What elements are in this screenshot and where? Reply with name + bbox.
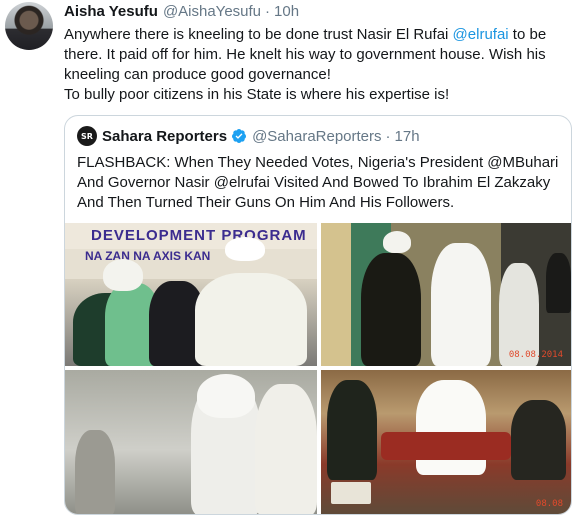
- photo-3-figure: [75, 430, 115, 514]
- photo-4[interactable]: 08.08: [321, 370, 571, 514]
- quoted-author-handle[interactable]: @SaharaReporters: [252, 128, 381, 145]
- quoted-timestamp[interactable]: 17h: [395, 128, 420, 145]
- photo-1-banner-text: DEVELOPMENT PROGRAM: [65, 223, 317, 249]
- verified-badge-icon: [231, 128, 247, 144]
- quoted-tweet[interactable]: SR Sahara Reporters @SaharaReporters · 1…: [64, 115, 572, 515]
- tweet-text: Anywhere there is kneeling to be done tr…: [64, 25, 559, 105]
- photo-4-figure: [327, 380, 377, 480]
- sahara-reporters-avatar[interactable]: SR: [77, 126, 97, 146]
- photo-4-figure: [511, 400, 566, 480]
- photo-3-turban: [197, 374, 255, 418]
- tweet-paragraph-2: To bully poor citizens in his State is w…: [64, 86, 450, 103]
- photo-2-figure: [546, 253, 571, 313]
- photo-3-figure: [255, 384, 317, 514]
- photo-grid: DEVELOPMENT PROGRAM NA ZAN NA AXIS KAN 0…: [65, 223, 571, 514]
- photo-2[interactable]: 08.08.2014: [321, 223, 571, 366]
- tweet-text-part: Anywhere there is kneeling to be done tr…: [64, 26, 453, 43]
- photo-2-figure: [361, 253, 421, 366]
- photo-2-date-stamp: 08.08.2014: [508, 350, 563, 360]
- separator-dot: ·: [265, 3, 271, 20]
- quoted-tweet-header: SR Sahara Reporters @SaharaReporters · 1…: [77, 126, 420, 146]
- author-avatar[interactable]: [5, 2, 53, 50]
- photo-1-cap: [225, 237, 265, 261]
- photo-4-cushion: [381, 432, 511, 460]
- photo-1-turban: [103, 259, 143, 291]
- tweet-paragraph-1: Anywhere there is kneeling to be done tr…: [64, 25, 559, 85]
- author-name[interactable]: Aisha Yesufu: [64, 3, 158, 20]
- tweet-header: Aisha Yesufu @AishaYesufu · 10h: [64, 3, 299, 23]
- photo-3[interactable]: [65, 370, 317, 514]
- separator-dot: ·: [385, 127, 391, 145]
- photo-2-turban: [383, 231, 411, 253]
- photo-1[interactable]: DEVELOPMENT PROGRAM NA ZAN NA AXIS KAN: [65, 223, 317, 366]
- mention-link-elrufai[interactable]: @elrufai: [453, 26, 509, 43]
- tweet-timestamp[interactable]: 10h: [274, 3, 299, 20]
- photo-4-book: [331, 482, 371, 504]
- photo-4-date-stamp: 08.08: [535, 499, 563, 509]
- quoted-tweet-text: FLASHBACK: When They Needed Votes, Niger…: [77, 154, 559, 211]
- photo-1-figure: [195, 273, 307, 366]
- photo-4-figure: [416, 380, 486, 475]
- photo-2-figure: [431, 243, 491, 366]
- author-handle[interactable]: @AishaYesufu: [163, 3, 261, 20]
- quoted-author-name[interactable]: Sahara Reporters: [102, 128, 227, 145]
